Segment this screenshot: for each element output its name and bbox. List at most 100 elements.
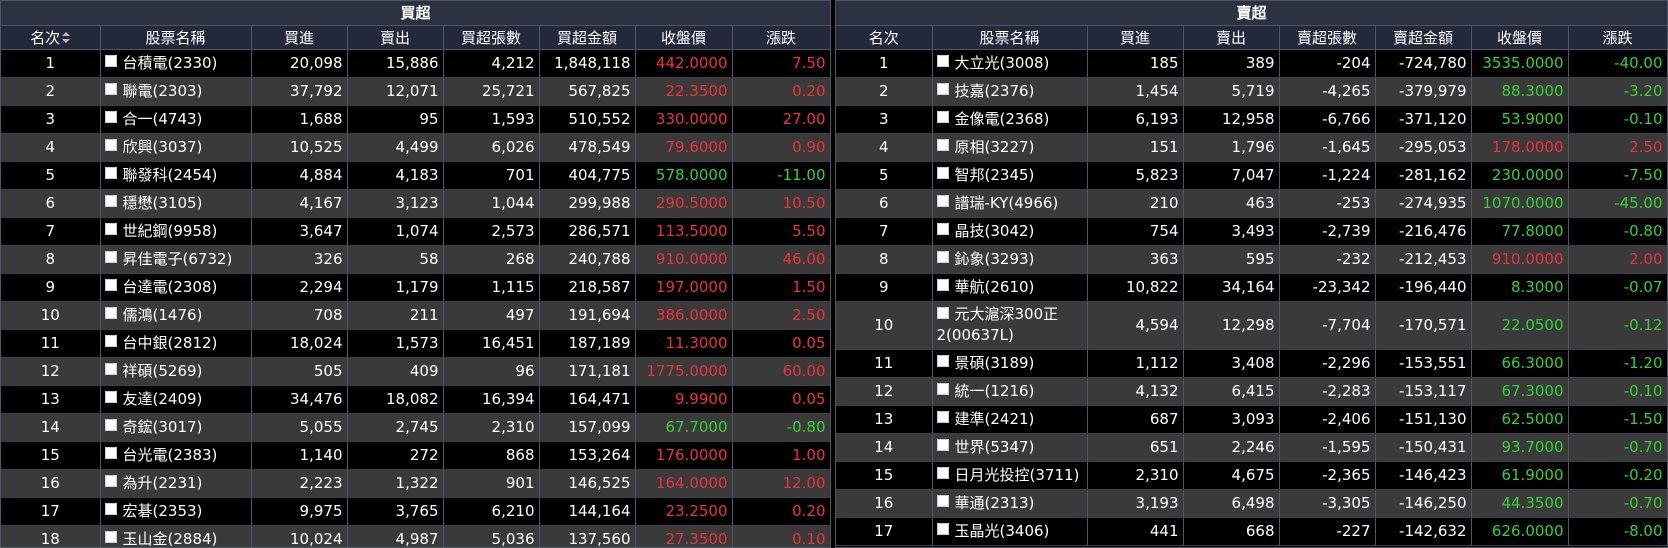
select-checkbox[interactable] bbox=[936, 111, 949, 123]
table-row[interactable]: 13 友達(2409) 34,476 18,082 16,394 164,471 9.990… bbox=[1, 385, 830, 414]
stock-name-cell[interactable]: 金像電(2368) bbox=[932, 105, 1088, 134]
column-header-rank[interactable]: 名次 bbox=[1, 25, 101, 50]
stock-name-label[interactable]: 景碩(3189) bbox=[955, 354, 1035, 372]
table-row[interactable]: 10 儒鴻(1476) 708 211 497 191,694 386.0000 2.50 bbox=[1, 301, 830, 330]
stock-name-cell[interactable]: 晶技(3042) bbox=[932, 217, 1088, 246]
stock-name-cell[interactable]: 為升(2231) bbox=[100, 469, 252, 498]
stock-name-cell[interactable]: 友達(2409) bbox=[100, 385, 252, 414]
select-checkbox[interactable] bbox=[936, 251, 949, 263]
stock-name-label[interactable]: 智邦(2345) bbox=[955, 166, 1035, 184]
column-header-stock-name[interactable]: 股票名稱 bbox=[932, 25, 1088, 50]
table-row[interactable]: 11 景碩(3189) 1,112 3,408 -2,296 -153,551 66.300… bbox=[836, 349, 1667, 378]
stock-name-cell[interactable]: 台中銀(2812) bbox=[100, 329, 252, 358]
table-row[interactable]: 14 世界(5347) 651 2,246 -1,595 -150,431 93.7000-… bbox=[836, 433, 1667, 462]
stock-name-label[interactable]: 昇佳電子(6732) bbox=[123, 250, 233, 268]
stock-name-label[interactable]: 統一(1216) bbox=[955, 382, 1035, 400]
stock-name-label[interactable]: 友達(2409) bbox=[123, 390, 203, 408]
table-row[interactable]: 2 聯電(2303) 37,792 12,071 25,721 567,825 22.350… bbox=[1, 77, 830, 106]
stock-name-cell[interactable]: 統一(1216) bbox=[932, 377, 1088, 406]
stock-name-label[interactable]: 台達電(2308) bbox=[123, 278, 218, 296]
stock-name-cell[interactable]: 世紀鋼(9958) bbox=[100, 217, 252, 246]
table-row[interactable]: 16 為升(2231) 2,223 1,322 901 146,525 164.0000 12… bbox=[1, 469, 830, 498]
stock-name-label[interactable]: 日月光投控(3711) bbox=[955, 466, 1080, 484]
stock-name-cell[interactable]: 建準(2421) bbox=[932, 405, 1088, 434]
column-header-net-lots[interactable]: 買超張數 bbox=[443, 25, 540, 50]
stock-name-label[interactable]: 華航(2610) bbox=[955, 278, 1035, 296]
sort-icon[interactable] bbox=[62, 32, 71, 44]
stock-name-cell[interactable]: 祥碩(5269) bbox=[100, 357, 252, 386]
table-row[interactable]: 9 台達電(2308) 2,294 1,179 1,115 218,587 197.0000… bbox=[1, 273, 830, 302]
column-header-change[interactable]: 漲跌 bbox=[1568, 25, 1667, 50]
table-row[interactable]: 17 玉晶光(3406) 441 668 -227 -142,632 626.0000 -8.… bbox=[836, 517, 1667, 546]
table-row[interactable]: 2 技嘉(2376) 1,454 5,719 -4,265 -379,979 88.3000… bbox=[836, 77, 1667, 106]
table-row[interactable]: 6 譜瑞-KY(4966) 210 463 -253 -274,935 1070.0000-… bbox=[836, 189, 1667, 218]
select-checkbox[interactable] bbox=[936, 83, 949, 95]
table-row[interactable]: 4 欣興(3037) 10,525 4,499 6,026 478,549 79.6000 0… bbox=[1, 133, 830, 162]
stock-name-label[interactable]: 玉晶光(3406) bbox=[955, 522, 1050, 540]
select-checkbox[interactable] bbox=[936, 495, 949, 507]
table-row[interactable]: 7 晶技(3042) 754 3,493 -2,739 -216,476 77.8000 -0… bbox=[836, 217, 1667, 246]
column-header-buy[interactable]: 買進 bbox=[251, 25, 348, 50]
select-checkbox[interactable] bbox=[936, 306, 949, 319]
table-row[interactable]: 12 祥碩(5269) 505 409 96 171,181 1775.0000 60.00 bbox=[1, 357, 830, 386]
table-row[interactable]: 4 原相(3227) 151 1,796 -1,645 -295,053 178.0000 2… bbox=[836, 133, 1667, 162]
stock-name-label[interactable]: 台積電(2330) bbox=[123, 54, 218, 72]
stock-name-label[interactable]: 金像電(2368) bbox=[955, 110, 1050, 128]
stock-name-label[interactable]: 宏碁(2353) bbox=[123, 502, 203, 520]
table-row[interactable]: 13 建準(2421) 687 3,093 -2,406 -151,130 62.5000-… bbox=[836, 405, 1667, 434]
stock-name-label[interactable]: 合一(4743) bbox=[123, 110, 203, 128]
select-checkbox[interactable] bbox=[936, 139, 949, 151]
stock-name-label[interactable]: 祥碩(5269) bbox=[123, 362, 203, 380]
table-row[interactable]: 15 台光電(2383) 1,140 272 868 153,264 176.0000 1.0… bbox=[1, 441, 830, 470]
select-checkbox[interactable] bbox=[104, 531, 117, 543]
stock-name-cell[interactable]: 智邦(2345) bbox=[932, 161, 1088, 190]
select-checkbox[interactable] bbox=[936, 167, 949, 179]
select-checkbox[interactable] bbox=[104, 503, 117, 515]
stock-name-label[interactable]: 原相(3227) bbox=[955, 138, 1035, 156]
stock-name-label[interactable]: 華通(2313) bbox=[955, 494, 1035, 512]
table-row[interactable]: 15 日月光投控(3711) 2,310 4,675 -2,365 -146,423 61.… bbox=[836, 461, 1667, 490]
stock-name-label[interactable]: 元大滬深300正2(00637L) bbox=[937, 305, 1059, 344]
table-row[interactable]: 9 華航(2610) 10,822 34,164 -23,342 -196,440 8.30… bbox=[836, 273, 1667, 302]
stock-name-cell[interactable]: 鈊象(3293) bbox=[932, 245, 1088, 274]
stock-name-label[interactable]: 為升(2231) bbox=[123, 474, 203, 492]
stock-name-label[interactable]: 儒鴻(1476) bbox=[123, 306, 203, 324]
table-row[interactable]: 10 元大滬深300正2(00637L) 4,594 12,298 -7,704 -170… bbox=[836, 301, 1667, 350]
column-header-close[interactable]: 收盤價 bbox=[1471, 25, 1569, 50]
stock-name-cell[interactable]: 昇佳電子(6732) bbox=[100, 245, 252, 274]
select-checkbox[interactable] bbox=[104, 279, 117, 291]
select-checkbox[interactable] bbox=[104, 223, 117, 235]
stock-name-cell[interactable]: 日月光投控(3711) bbox=[932, 461, 1088, 490]
select-checkbox[interactable] bbox=[104, 363, 117, 375]
stock-name-cell[interactable]: 大立光(3008) bbox=[932, 49, 1088, 78]
select-checkbox[interactable] bbox=[936, 439, 949, 451]
select-checkbox[interactable] bbox=[104, 335, 117, 347]
stock-name-label[interactable]: 世紀鋼(9958) bbox=[123, 222, 218, 240]
select-checkbox[interactable] bbox=[936, 55, 949, 67]
select-checkbox[interactable] bbox=[104, 83, 117, 95]
stock-name-cell[interactable]: 原相(3227) bbox=[932, 133, 1088, 162]
stock-name-label[interactable]: 譜瑞-KY(4966) bbox=[955, 194, 1059, 212]
stock-name-label[interactable]: 晶技(3042) bbox=[955, 222, 1035, 240]
column-header-net-amount[interactable]: 賣超金額 bbox=[1375, 25, 1472, 50]
stock-name-cell[interactable]: 聯電(2303) bbox=[100, 77, 252, 106]
stock-name-label[interactable]: 奇鋐(3017) bbox=[123, 418, 203, 436]
select-checkbox[interactable] bbox=[104, 139, 117, 151]
table-row[interactable]: 1 台積電(2330) 20,098 15,886 4,212 1,848,118 442.… bbox=[1, 49, 830, 78]
select-checkbox[interactable] bbox=[104, 167, 117, 179]
table-row[interactable]: 12 統一(1216) 4,132 6,415 -2,283 -153,117 67.300… bbox=[836, 377, 1667, 406]
stock-name-cell[interactable]: 玉山金(2884) bbox=[100, 525, 252, 547]
column-header-net-lots[interactable]: 賣超張數 bbox=[1279, 25, 1376, 50]
stock-name-label[interactable]: 鈊象(3293) bbox=[955, 250, 1035, 268]
column-header-rank[interactable]: 名次 bbox=[836, 25, 933, 50]
stock-name-cell[interactable]: 華航(2610) bbox=[932, 273, 1088, 302]
select-checkbox[interactable] bbox=[104, 475, 117, 487]
column-header-buy[interactable]: 買進 bbox=[1087, 25, 1184, 50]
column-header-stock-name[interactable]: 股票名稱 bbox=[100, 25, 252, 50]
select-checkbox[interactable] bbox=[104, 55, 117, 67]
stock-name-cell[interactable]: 台光電(2383) bbox=[100, 441, 252, 470]
select-checkbox[interactable] bbox=[104, 447, 117, 459]
column-header-close[interactable]: 收盤價 bbox=[635, 25, 733, 50]
column-header-change[interactable]: 漲跌 bbox=[732, 25, 830, 50]
table-row[interactable]: 3 金像電(2368) 6,193 12,958 -6,766 -371,120 53.90… bbox=[836, 105, 1667, 134]
